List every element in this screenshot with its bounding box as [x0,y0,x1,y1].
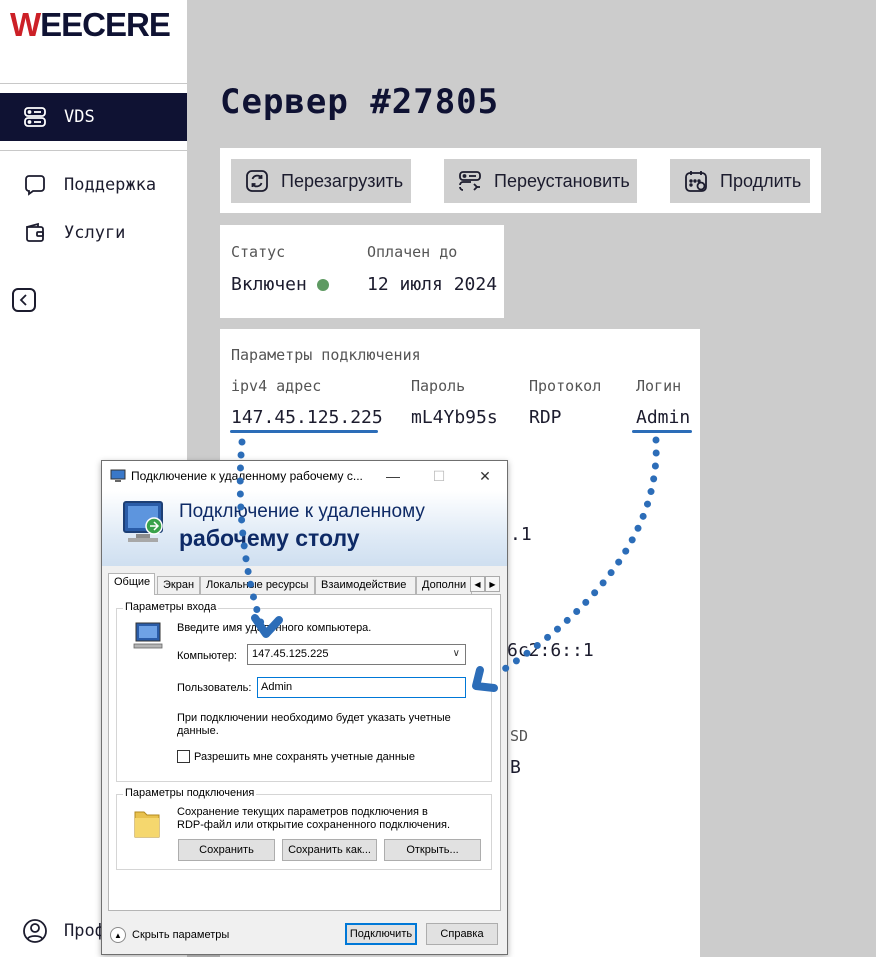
user-circle-icon [22,918,48,944]
server-icon [22,104,48,130]
rdp-dialog: Подключение к удаленному рабочему с... —… [101,460,508,955]
collapse-sidebar-button[interactable] [12,288,36,312]
dialog-tabs: Общие Экран Локальные ресурсы Взаимодейс… [108,573,500,595]
tab-scroll-arrows[interactable]: ◀ ▶ [470,576,500,592]
login-label: Логин [636,377,682,395]
partial-value: .1 [510,524,532,545]
partial-value: SD [510,727,529,745]
save-credentials-checkbox[interactable] [177,750,190,763]
group-title: Параметры входа [123,601,219,613]
status-value: Включен [231,274,329,295]
status-indicator-dot [316,279,329,291]
banner-title-line1: Подключение к удаленному [179,501,425,522]
connection-note-line2: RDP-файл или открытие сохраненного подкл… [177,819,450,831]
minimize-icon[interactable]: — [370,461,416,491]
user-label: Пользователь: [177,682,252,694]
sidebar-item-label: VDS [64,107,95,127]
tab-general[interactable]: Общие [108,573,155,595]
protocol-value: RDP [529,407,562,428]
calendar-icon [682,167,710,195]
partial-value: 6c2:6::1 [507,640,594,661]
tab-experience[interactable]: Взаимодействие [315,576,416,594]
sidebar-item-label: Проф [64,921,105,941]
dialog-titlebar[interactable]: Подключение к удаленному рабочему с... —… [102,461,507,491]
divider [0,83,187,84]
refresh-icon [243,167,271,195]
chevron-up-icon: ▲ [110,927,126,943]
wallet-icon [22,220,48,246]
sidebar-item-services[interactable]: Услуги [0,209,187,257]
banner-title-line2: рабочему столу [179,525,360,551]
brand-logo[interactable]: WEECERE [10,6,171,44]
save-button[interactable]: Сохранить [178,839,275,861]
protocol-label: Протокол [529,377,602,395]
ipv4-value[interactable]: 147.45.125.225 [231,407,383,428]
group-title: Параметры подключения [123,787,257,799]
dialog-title: Подключение к удаленному рабочему с... [131,469,363,483]
ipv4-highlight-underline [230,430,378,433]
sidebar-item-label: Услуги [64,223,126,243]
tab-scroll-left-icon[interactable]: ◀ [470,576,485,592]
save-credentials-label[interactable]: Разрешить мне сохранять учетные данные [194,751,415,763]
hide-params-link[interactable]: ▲ Скрыть параметры [110,927,229,943]
hint-text: Введите имя удаленного компьютера. [177,622,372,634]
open-button[interactable]: Открыть... [384,839,481,861]
connection-section-label: Параметры подключения [231,346,421,364]
page-title: Сервер #27805 [220,82,500,122]
ipv4-label: ipv4 адрес [231,377,322,395]
status-label: Статус [231,243,286,261]
partial-value: B [510,757,521,778]
connect-button[interactable]: Подключить [345,923,417,945]
paid-until-value: 12 июля 2024 [367,274,498,295]
computer-label: Компьютер: [177,650,237,662]
connection-note-line1: Сохранение текущих параметров подключени… [177,806,428,818]
credentials-note-line1: При подключении необходимо будет указать… [177,712,451,724]
server-reinstall-icon [456,167,484,195]
chat-bubble-icon [22,172,48,198]
help-button[interactable]: Справка [426,923,498,945]
password-value[interactable]: mL4Yb95s [411,407,498,428]
status-card: Статус Включен Оплачен до 12 июля 2024 [220,225,504,318]
credentials-note-line2: данные. [177,725,219,737]
user-input[interactable]: Admin [257,677,466,698]
folder-icon [134,811,160,838]
login-value[interactable]: Admin [636,407,690,428]
remote-computer-icon [123,501,163,542]
password-label: Пароль [411,377,466,395]
tab-local-resources[interactable]: Локальные ресурсы [200,576,315,594]
paid-until-label: Оплачен до [367,243,458,261]
divider [0,150,187,151]
chevron-down-icon[interactable]: ∨ [453,648,460,659]
close-icon[interactable]: ✕ [462,461,508,491]
tab-scroll-right-icon[interactable]: ▶ [485,576,500,592]
sidebar-item-vds[interactable]: VDS [0,93,187,141]
reinstall-button[interactable]: Переустановить [444,159,637,203]
sidebar-item-label: Поддержка [64,175,157,195]
maximize-icon: ☐ [432,467,446,484]
computer-icon [133,622,163,649]
remote-desktop-icon [110,469,126,482]
tab-display[interactable]: Экран [157,576,200,594]
computer-combobox[interactable]: 147.45.125.225 ∨ [247,644,466,665]
extend-button[interactable]: Продлить [670,159,810,203]
save-as-button[interactable]: Сохранить как... [282,839,377,861]
sidebar-item-support[interactable]: Поддержка [0,161,187,209]
action-bar: Перезагрузить Переустановить Продлить [220,148,821,213]
chevron-left-icon [19,294,27,306]
reboot-button[interactable]: Перезагрузить [231,159,411,203]
login-highlight-underline [632,430,692,433]
dialog-banner: Подключение к удаленному рабочему столу [102,491,507,566]
tab-advanced[interactable]: Дополни [416,576,472,594]
